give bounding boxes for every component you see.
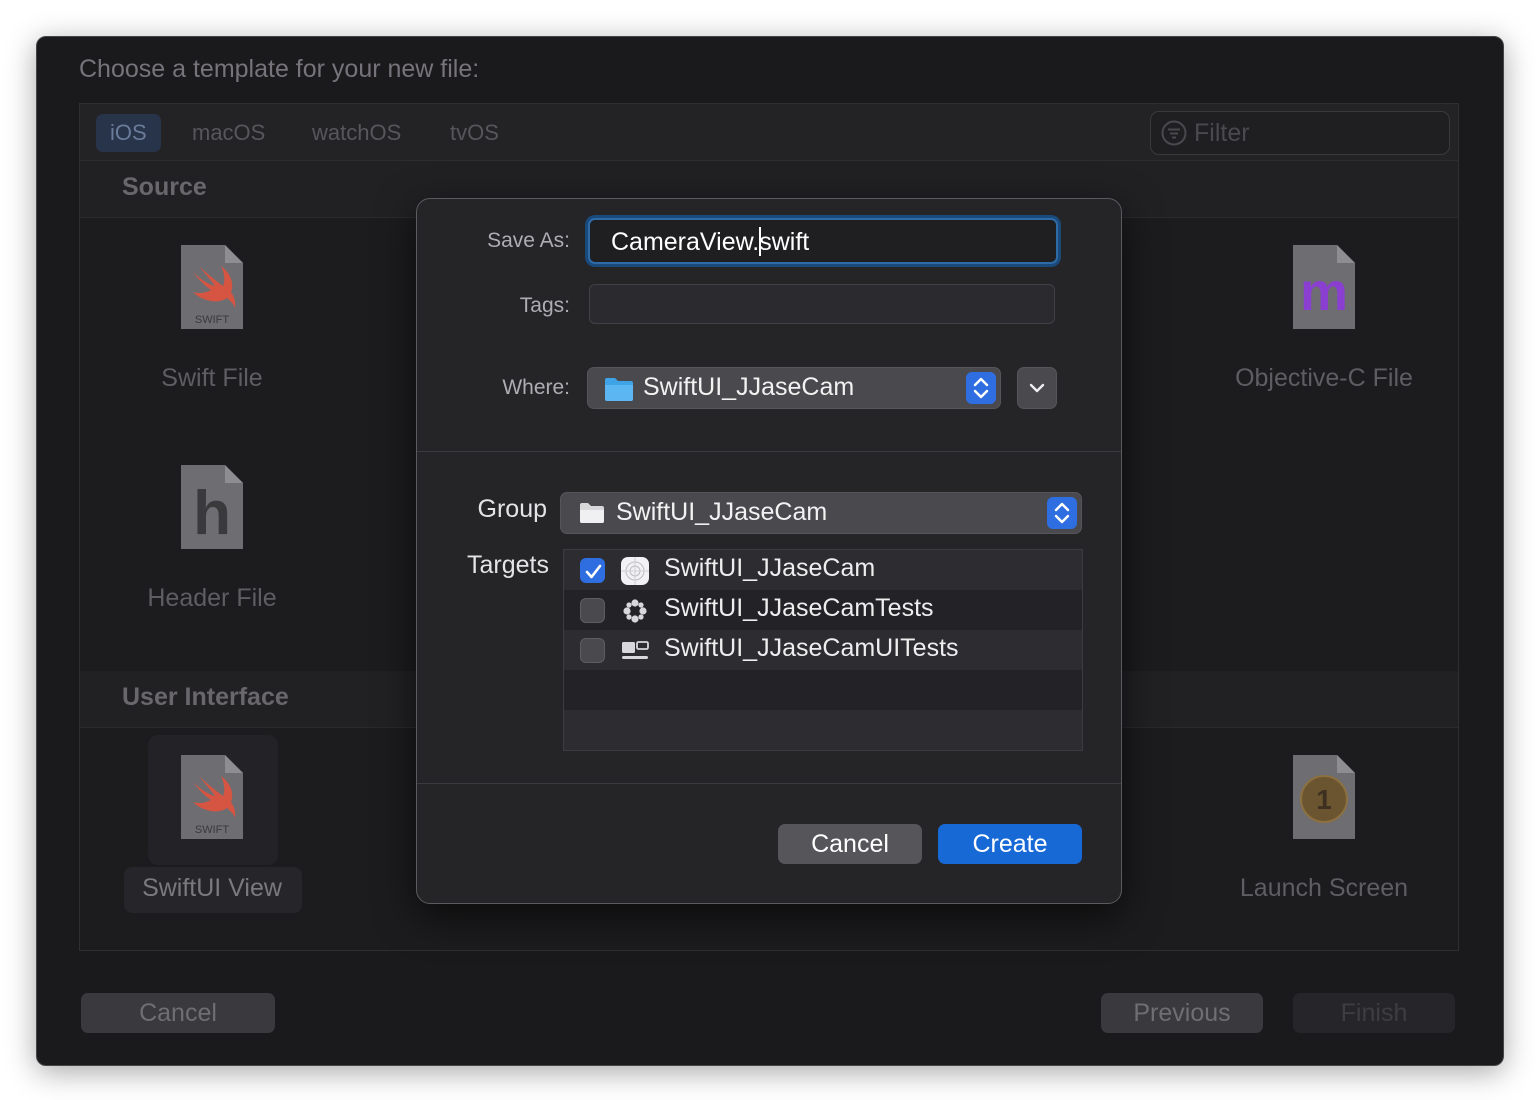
- empty-row: [564, 710, 1082, 750]
- where-label: Where:: [502, 376, 570, 399]
- checkmark-icon: [585, 564, 602, 579]
- target-row[interactable]: SwiftUI_JJaseCam: [564, 550, 1082, 590]
- svg-text:m: m: [1300, 262, 1348, 322]
- target-name: SwiftUI_JJaseCam: [664, 554, 876, 582]
- up-down-chevron-icon: [1054, 502, 1070, 524]
- target-row[interactable]: SwiftUI_JJaseCamTests: [564, 590, 1082, 630]
- text-cursor: [759, 227, 761, 256]
- svg-text:SWIFT: SWIFT: [195, 824, 229, 836]
- template-swift-file[interactable]: SWIFT Swift File: [122, 244, 302, 393]
- empty-row: [564, 670, 1082, 710]
- section-title-user-interface: User Interface: [122, 683, 289, 711]
- divider: [417, 783, 1121, 784]
- svg-text:1: 1: [1316, 784, 1332, 815]
- cancel-button[interactable]: Cancel: [81, 993, 275, 1033]
- save-sheet: Save As: CameraView.swift Tags: Where: S…: [416, 198, 1122, 904]
- target-row[interactable]: SwiftUI_JJaseCamUITests: [564, 630, 1082, 670]
- launch-screen-icon: 1: [1291, 754, 1357, 840]
- window-title: Choose a template for your new file:: [79, 55, 480, 83]
- header-file-icon: h: [179, 464, 245, 550]
- where-value: SwiftUI_JJaseCam: [643, 373, 855, 401]
- tags-field[interactable]: [589, 284, 1055, 324]
- folder-icon: [580, 503, 604, 523]
- template-label: SwiftUI View: [142, 874, 282, 902]
- targets-label: Targets: [467, 551, 549, 579]
- template-label: Header File: [147, 584, 277, 612]
- tab-macos[interactable]: macOS: [178, 114, 279, 152]
- chevron-down-icon: [1029, 383, 1045, 393]
- objc-file-icon: m: [1291, 244, 1357, 330]
- group-popup[interactable]: SwiftUI_JJaseCam: [560, 492, 1082, 534]
- finish-button[interactable]: Finish: [1293, 993, 1455, 1033]
- app-icon: [621, 557, 649, 585]
- section-title-source: Source: [122, 173, 207, 201]
- divider: [417, 451, 1121, 452]
- platform-tab-bar: iOS macOS watchOS tvOS Filter: [80, 104, 1458, 161]
- template-label: Swift File: [161, 364, 263, 392]
- tests-icon: [623, 599, 647, 623]
- tab-watchos[interactable]: watchOS: [298, 114, 415, 152]
- svg-text:h: h: [193, 479, 231, 548]
- template-swiftui-view[interactable]: SWIFT SwiftUI View: [122, 754, 302, 903]
- group-label: Group: [477, 495, 547, 523]
- swift-file-icon: SWIFT: [179, 244, 245, 330]
- create-button[interactable]: Create: [938, 824, 1082, 864]
- save-as-value: CameraView.swift: [611, 228, 810, 256]
- tab-tvos[interactable]: tvOS: [436, 114, 513, 152]
- target-checkbox[interactable]: [580, 638, 605, 663]
- tab-ios[interactable]: iOS: [96, 114, 161, 152]
- template-launch-screen[interactable]: 1 Launch Screen: [1234, 754, 1414, 903]
- expand-browser-button[interactable]: [1017, 367, 1057, 409]
- save-as-field[interactable]: CameraView.swift: [588, 218, 1058, 264]
- tags-label: Tags:: [519, 294, 570, 317]
- up-down-chevron-icon: [973, 377, 989, 399]
- template-header-file[interactable]: h Header File: [122, 464, 302, 613]
- filter-placeholder: Filter: [1194, 119, 1250, 147]
- template-objective-c-file[interactable]: m Objective-C File: [1234, 244, 1414, 393]
- targets-list: SwiftUI_JJaseCam SwiftUI_JJaseCamTests S…: [563, 549, 1083, 751]
- filter-icon: [1161, 120, 1187, 146]
- popup-stepper: [1047, 497, 1077, 529]
- previous-button[interactable]: Previous: [1101, 993, 1263, 1033]
- template-label: Objective-C File: [1235, 364, 1413, 392]
- save-as-label: Save As:: [487, 229, 570, 252]
- group-value: SwiftUI_JJaseCam: [616, 498, 828, 526]
- target-checkbox[interactable]: [580, 558, 605, 583]
- swiftui-file-icon: SWIFT: [179, 754, 245, 840]
- template-label: Launch Screen: [1239, 874, 1409, 902]
- target-checkbox[interactable]: [580, 598, 605, 623]
- filter-field[interactable]: Filter: [1150, 111, 1450, 155]
- ui-tests-icon: [622, 641, 649, 659]
- where-popup[interactable]: SwiftUI_JJaseCam: [587, 367, 1001, 409]
- popup-stepper: [966, 372, 996, 404]
- target-name: SwiftUI_JJaseCamUITests: [664, 634, 959, 662]
- sheet-cancel-button[interactable]: Cancel: [778, 824, 922, 864]
- svg-text:SWIFT: SWIFT: [195, 314, 229, 326]
- blue-folder-icon: [605, 378, 633, 401]
- target-name: SwiftUI_JJaseCamTests: [664, 594, 934, 622]
